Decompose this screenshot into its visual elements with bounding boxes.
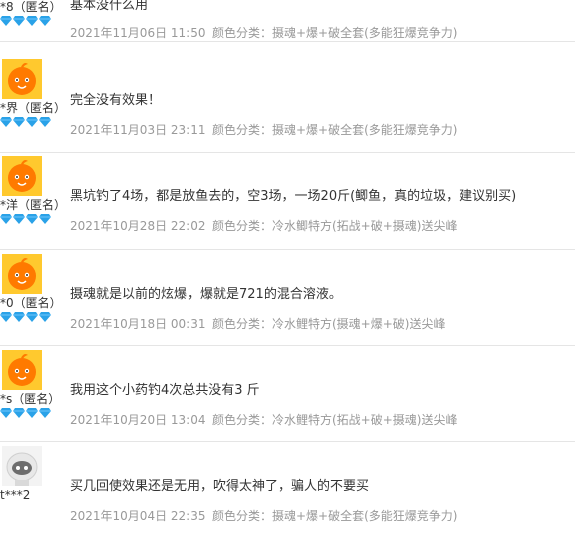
reviewer-name: *8（匿名） xyxy=(0,0,62,14)
mascot-avatar xyxy=(2,254,42,294)
review-item: *8（匿名） 基本没什么用 2021年11月06日 11:50 颜色分类：摄魂+爆+破… xyxy=(0,0,575,42)
diamond-icon xyxy=(13,117,25,127)
review-date: 2021年10月20日 13:04 xyxy=(70,413,206,427)
review-item: *界（匿名） 完全没有效果！ 2021年11月03日 23:11 颜色分类：摄魂+爆+… xyxy=(0,56,575,153)
diamond-icon xyxy=(39,16,51,26)
review-sku: 颜色分类：冷水鲫特方(拓战+破+摄魂)送尖峰 xyxy=(212,219,458,233)
review-item: *0（匿名） 摄魂就是以前的炫爆，爆就是721的混合溶液。 2021年10月18日 … xyxy=(0,250,575,346)
mascot-avatar xyxy=(2,156,42,196)
mascot-avatar xyxy=(2,59,42,99)
review-text: 摄魂就是以前的炫爆，爆就是721的混合溶液。 xyxy=(70,287,342,302)
diamond-icon xyxy=(0,117,12,127)
diamond-icon xyxy=(13,16,25,26)
reviewer-rank-gems xyxy=(0,117,51,127)
reviewer-name: *s（匿名） xyxy=(0,392,61,406)
diamond-icon xyxy=(39,408,51,418)
reviewer-name: *洋（匿名） xyxy=(0,198,67,212)
mascot-avatar xyxy=(2,350,42,390)
diamond-icon xyxy=(26,408,38,418)
diamond-icon xyxy=(26,214,38,224)
review-item: *s（匿名） 我用这个小药钓4次总共没有3 斤 2021年10月20日 13:04 颜… xyxy=(0,346,575,442)
review-text: 买几回使效果还是无用，吹得太神了，骗人的不要买 xyxy=(70,479,370,494)
diamond-icon xyxy=(13,214,25,224)
reviewer-name: *0（匿名） xyxy=(0,296,62,310)
diamond-icon xyxy=(0,214,12,224)
review-date: 2021年11月03日 23:11 xyxy=(70,123,206,137)
reviewer-name: *界（匿名） xyxy=(0,101,67,115)
review-sku: 颜色分类：摄魂+爆+破全套(多能狂爆竞争力) xyxy=(212,26,458,40)
review-sku: 颜色分类：摄魂+爆+破全套(多能狂爆竞争力) xyxy=(212,123,458,137)
reviewer-rank-gems xyxy=(0,408,51,418)
diamond-icon xyxy=(39,117,51,127)
reviewer-rank-gems xyxy=(0,214,51,224)
reviewer-rank-gems xyxy=(0,312,51,322)
diamond-icon xyxy=(39,312,51,322)
diamond-icon xyxy=(39,214,51,224)
review-item: t***2 买几回使效果还是无用，吹得太神了，骗人的不要买 2021年10月04日 … xyxy=(0,442,575,538)
review-item: *洋（匿名） 黑坑钓了4场，都是放鱼去的，空3场，一场20斤(鲫鱼，真的垃圾，建议… xyxy=(0,152,575,250)
diamond-icon xyxy=(26,117,38,127)
diamond-icon xyxy=(26,312,38,322)
review-date: 2021年10月18日 00:31 xyxy=(70,317,206,331)
review-text: 黑坑钓了4场，都是放鱼去的，空3场，一场20斤(鲫鱼，真的垃圾，建议别买) xyxy=(70,189,517,204)
review-sku: 颜色分类：摄魂+爆+破全套(多能狂爆竞争力) xyxy=(212,509,458,523)
reviewer-rank-gems xyxy=(0,16,51,26)
diamond-icon xyxy=(0,408,12,418)
review-text: 基本没什么用 xyxy=(70,0,149,13)
review-date: 2021年10月28日 22:02 xyxy=(70,219,206,233)
diamond-icon xyxy=(13,312,25,322)
review-text: 完全没有效果！ xyxy=(70,93,162,108)
reviewer-name: t***2 xyxy=(0,488,31,502)
diamond-icon xyxy=(0,16,12,26)
diamond-icon xyxy=(13,408,25,418)
review-date: 2021年10月04日 22:35 xyxy=(70,509,206,523)
review-sku: 颜色分类：冷水鲤特方(拓战+破+摄魂)送尖峰 xyxy=(212,413,458,427)
robot-avatar xyxy=(2,446,42,486)
diamond-icon xyxy=(26,16,38,26)
diamond-icon xyxy=(0,312,12,322)
review-text: 我用这个小药钓4次总共没有3 斤 xyxy=(70,383,260,398)
review-date: 2021年11月06日 11:50 xyxy=(70,26,206,40)
review-sku: 颜色分类：冷水鲤特方(摄魂+爆+破)送尖峰 xyxy=(212,317,446,331)
